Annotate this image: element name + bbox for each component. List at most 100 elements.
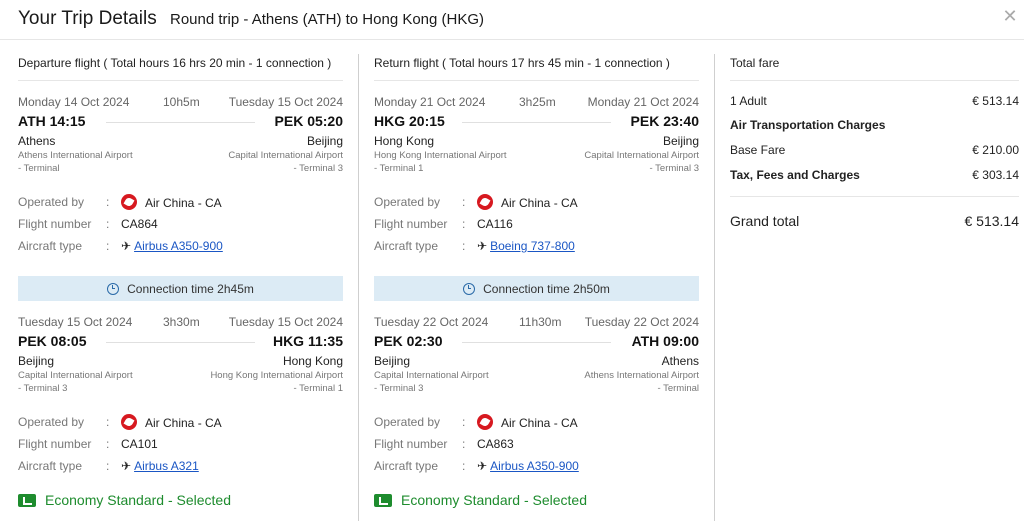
segment-duration: 3h30m xyxy=(163,315,200,329)
segment-duration: 11h30m xyxy=(519,315,562,329)
segment-duration: 10h5m xyxy=(163,95,200,109)
flight-number: CA116 xyxy=(477,217,513,231)
arrival-terminal: - Terminal 3 xyxy=(293,163,343,174)
departure-airport: Capital International Airport xyxy=(18,370,133,381)
clock-icon xyxy=(463,282,476,295)
departure-airport: Capital International Airport xyxy=(374,370,489,381)
colon: : xyxy=(462,239,466,253)
fare-heading: Total fare xyxy=(730,54,1019,81)
seat-icon xyxy=(374,493,392,507)
cabin-label: Economy Standard - Selected xyxy=(45,492,231,508)
cabin-selection[interactable]: Economy Standard - Selected xyxy=(374,490,699,510)
arrival-terminal: - Terminal 1 xyxy=(293,383,343,394)
departure-city: Beijing xyxy=(18,354,55,368)
colon: : xyxy=(462,437,466,451)
flight-number: CA863 xyxy=(477,437,514,451)
air-china-logo-icon xyxy=(121,194,137,210)
airline-name: Air China - CA xyxy=(501,196,578,210)
departure-airport: Hong Kong International Airport xyxy=(374,150,507,161)
colon: : xyxy=(462,415,466,429)
departure-time: ATH 14:15 xyxy=(18,113,86,129)
flight-number-label: Flight number xyxy=(374,217,448,231)
colon: : xyxy=(106,195,110,209)
fare-summary: Total fare 1 Adult € 513.14 Air Transpor… xyxy=(730,54,1019,237)
arrival-date: Tuesday 15 Oct 2024 xyxy=(228,315,343,329)
modal-header: Your Trip Details Round trip - Athens (A… xyxy=(0,0,1024,40)
clock-icon xyxy=(107,282,120,295)
departure-terminal: - Terminal 3 xyxy=(374,383,424,394)
airline-name: Air China - CA xyxy=(501,416,578,430)
flight-number-label: Flight number xyxy=(18,437,92,451)
arrival-airport: Capital International Airport xyxy=(584,150,699,161)
connection-banner: Connection time 2h50m xyxy=(374,276,699,301)
base-fare-label: Base Fare xyxy=(730,143,786,157)
operated-by-label: Operated by xyxy=(18,195,85,209)
arrival-airport: Hong Kong International Airport xyxy=(210,370,343,381)
colon: : xyxy=(106,239,110,253)
departure-segment-2: Tuesday 15 Oct 2024 3h30m Tuesday 15 Oct… xyxy=(18,315,343,481)
arrival-date: Tuesday 15 Oct 2024 xyxy=(228,95,343,109)
column-divider xyxy=(358,54,359,521)
operated-by-label: Operated by xyxy=(374,195,441,209)
aircraft-link[interactable]: Airbus A350-900 xyxy=(490,459,579,473)
aircraft-type-label: Aircraft type xyxy=(374,459,439,473)
cabin-label: Economy Standard - Selected xyxy=(401,492,587,508)
arrival-city: Beijing xyxy=(662,134,699,148)
colon: : xyxy=(462,195,466,209)
route-line xyxy=(462,122,611,123)
airplane-icon: ✈ xyxy=(121,459,132,473)
aircraft-link[interactable]: Airbus A350-900 xyxy=(134,239,223,253)
arrival-time: ATH 09:00 xyxy=(631,333,699,349)
colon: : xyxy=(106,217,110,231)
airplane-icon: ✈ xyxy=(477,459,488,473)
departure-date: Tuesday 22 Oct 2024 xyxy=(374,315,489,329)
route-line xyxy=(462,342,611,343)
departure-city: Hong Kong xyxy=(374,134,435,148)
flight-number-label: Flight number xyxy=(18,217,92,231)
air-china-logo-icon xyxy=(477,414,493,430)
arrival-time: PEK 23:40 xyxy=(630,113,699,129)
arrival-city: Beijing xyxy=(306,134,343,148)
arrival-airport: Capital International Airport xyxy=(228,150,343,161)
departure-time: PEK 08:05 xyxy=(18,333,87,349)
trip-summary: Round trip - Athens (ATH) to Hong Kong (… xyxy=(170,11,485,28)
colon: : xyxy=(106,415,110,429)
aircraft-type-label: Aircraft type xyxy=(18,239,83,253)
aircraft-type-label: Aircraft type xyxy=(18,459,83,473)
aircraft-type-label: Aircraft type xyxy=(374,239,439,253)
departure-date: Monday 21 Oct 2024 xyxy=(374,95,486,109)
departure-terminal: - Terminal 1 xyxy=(374,163,424,174)
cabin-selection[interactable]: Economy Standard - Selected xyxy=(18,490,343,510)
air-charges-heading: Air Transportation Charges xyxy=(730,118,886,132)
arrival-city: Athens xyxy=(661,354,699,368)
air-china-logo-icon xyxy=(477,194,493,210)
arrival-time: PEK 05:20 xyxy=(274,113,343,129)
return-column: Return flight ( Total hours 17 hrs 45 mi… xyxy=(374,54,699,521)
arrival-city: Hong Kong xyxy=(282,354,343,368)
colon: : xyxy=(462,217,466,231)
arrival-airport: Athens International Airport xyxy=(584,370,699,381)
route-line xyxy=(106,342,255,343)
departure-date: Monday 14 Oct 2024 xyxy=(18,95,130,109)
passenger-count: 1 Adult xyxy=(730,94,767,108)
departure-time: PEK 02:30 xyxy=(374,333,443,349)
airplane-icon: ✈ xyxy=(121,239,132,253)
departure-segment-1: Monday 14 Oct 2024 10h5m Tuesday 15 Oct … xyxy=(18,95,343,261)
arrival-terminal: - Terminal xyxy=(657,383,699,394)
operated-by-label: Operated by xyxy=(374,415,441,429)
departure-heading: Departure flight ( Total hours 16 hrs 20… xyxy=(18,54,343,81)
tax-fees-value: € 303.14 xyxy=(972,168,1019,182)
return-segment-1: Monday 21 Oct 2024 3h25m Monday 21 Oct 2… xyxy=(374,95,699,261)
flight-number: CA101 xyxy=(121,437,158,451)
aircraft-link[interactable]: Airbus A321 xyxy=(134,459,199,473)
return-segment-2: Tuesday 22 Oct 2024 11h30m Tuesday 22 Oc… xyxy=(374,315,699,481)
close-icon[interactable]: ✕ xyxy=(1000,6,1020,26)
air-china-logo-icon xyxy=(121,414,137,430)
connection-time: Connection time 2h50m xyxy=(483,281,610,296)
aircraft-link[interactable]: Boeing 737-800 xyxy=(490,239,575,253)
departure-airport: Athens International Airport xyxy=(18,150,133,161)
departure-time: HKG 20:15 xyxy=(374,113,445,129)
flight-number: CA864 xyxy=(121,217,158,231)
operated-by-label: Operated by xyxy=(18,415,85,429)
departure-terminal: - Terminal xyxy=(18,163,60,174)
